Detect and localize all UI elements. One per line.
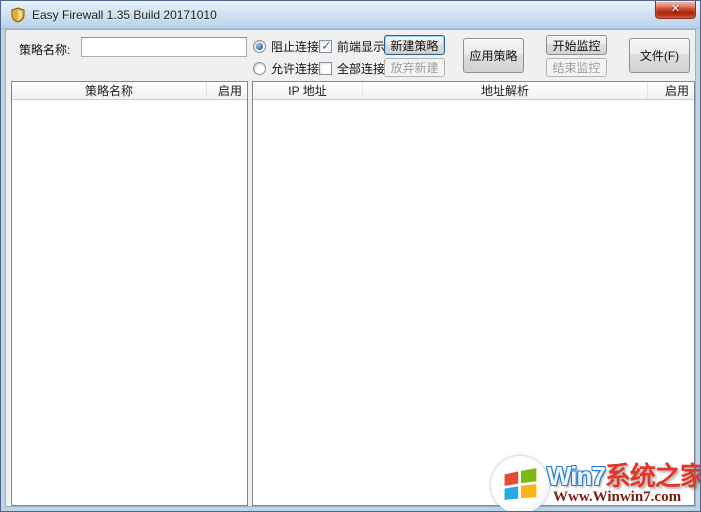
checkbox-checked-icon <box>319 38 332 54</box>
window-title: Easy Firewall 1.35 Build 20171010 <box>32 8 217 22</box>
policy-list-body[interactable] <box>12 100 247 505</box>
discard-new-button: 放弃新建 <box>384 58 445 77</box>
header-policy-enabled[interactable]: 启用 <box>207 82 247 99</box>
checkbox-all-label: 全部连接 <box>337 61 386 76</box>
start-monitor-button[interactable]: 开始监控 <box>546 35 607 55</box>
app-window: Easy Firewall 1.35 Build 20171010 ✕ 策略名称… <box>0 0 701 512</box>
brand-win7: Win7 <box>547 461 606 491</box>
header-address-resolve[interactable]: 地址解析 <box>363 82 648 99</box>
file-button[interactable]: 文件(F) <box>629 38 690 73</box>
brand-suffix: 系统之家 <box>604 461 701 491</box>
shield-app-icon <box>10 7 26 23</box>
checkbox-all-connections[interactable]: 全部连接 <box>319 60 385 76</box>
brand-text: Win7系统之家 <box>547 456 701 493</box>
radio-allow-label: 允许连接 <box>271 61 320 76</box>
address-list-header: IP 地址 地址解析 启用 <box>253 82 694 100</box>
apply-policy-button[interactable]: 应用策略 <box>463 38 524 73</box>
close-button[interactable]: ✕ <box>655 1 696 19</box>
checkbox-unchecked-icon <box>319 61 332 75</box>
checkbox-front-display[interactable]: 前端显示 <box>319 38 385 54</box>
checkbox-front-label: 前端显示 <box>337 39 386 54</box>
stop-monitor-button: 结束监控 <box>546 58 607 77</box>
policy-name-label: 策略名称: <box>19 43 71 57</box>
url-text: Www.Winwin7.com <box>553 489 682 505</box>
radio-unselected-icon <box>253 61 266 75</box>
close-icon: ✕ <box>670 3 681 15</box>
header-address-enabled[interactable]: 启用 <box>648 82 694 99</box>
radio-block-connection[interactable]: 阻止连接 <box>253 38 319 54</box>
radio-selected-icon <box>253 39 266 53</box>
address-list-panel: IP 地址 地址解析 启用 <box>252 81 695 506</box>
policy-name-input[interactable] <box>81 37 247 57</box>
radio-allow-connection[interactable]: 允许连接 <box>253 60 319 76</box>
new-policy-button[interactable]: 新建策略 <box>384 35 445 55</box>
watermark: Win7系统之家 Www.Winwin7.com <box>491 453 701 511</box>
titlebar[interactable]: Easy Firewall 1.35 Build 20171010 ✕ <box>1 1 700 29</box>
policy-list-header: 策略名称 启用 <box>12 82 247 100</box>
header-ip-address[interactable]: IP 地址 <box>253 82 363 99</box>
radio-block-label: 阻止连接 <box>271 39 320 54</box>
policy-list-panel: 策略名称 启用 <box>11 81 248 506</box>
address-list-body[interactable] <box>253 100 694 505</box>
header-policy-name[interactable]: 策略名称 <box>12 82 207 99</box>
windows-flag-icon <box>491 456 549 511</box>
